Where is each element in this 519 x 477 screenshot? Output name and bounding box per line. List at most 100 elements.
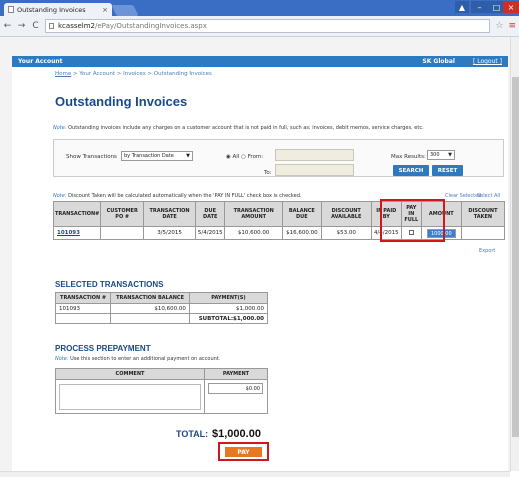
note-text: Outstanding invoices include any charges… bbox=[66, 125, 424, 131]
chevron-down-icon: ▼ bbox=[186, 153, 190, 159]
minimize-button[interactable]: – bbox=[471, 1, 488, 13]
table-header-row: COMMENT PAYMENT bbox=[55, 368, 268, 380]
show-transactions-label: Show Transactions bbox=[66, 154, 117, 160]
table-cell bbox=[460, 226, 506, 240]
to-label: To: bbox=[264, 170, 272, 176]
browser-tab[interactable]: Outstanding Invoices × bbox=[4, 3, 112, 16]
filter-panel: Show Transactions by Transaction Date ▼ ◉… bbox=[53, 139, 504, 177]
prepayment-note: Note: Use this section to enter an addit… bbox=[55, 356, 220, 362]
account-header: Your Account SK Global [ Logout ] bbox=[12, 56, 508, 67]
comment-textarea[interactable] bbox=[59, 383, 201, 410]
selected-transactions-title: SELECTED TRANSACTIONS bbox=[55, 280, 164, 289]
subtotal-row: SUBTOTAL:$1,000.00 bbox=[54, 313, 269, 324]
from-date-input[interactable] bbox=[275, 149, 354, 161]
column-header: BALANCE DUE bbox=[281, 201, 322, 227]
column-header: COMMENT bbox=[55, 368, 205, 380]
tab-close-icon[interactable]: × bbox=[102, 6, 108, 14]
horizontal-scrollbar[interactable] bbox=[0, 471, 510, 477]
table-row: $0.00 bbox=[55, 379, 268, 414]
note-text: Discount Taken will be calculated automa… bbox=[66, 193, 302, 199]
forward-icon[interactable]: → bbox=[17, 21, 26, 31]
date-range-radios[interactable]: ◉ All ○ From: bbox=[226, 154, 263, 160]
address-bar[interactable]: kcasselm2/ePay/OutstandingInvoices.aspx bbox=[45, 19, 491, 33]
user-icon[interactable]: ▲ bbox=[455, 1, 469, 13]
note-label: Note: bbox=[53, 193, 67, 199]
url-host: kcasselm2 bbox=[58, 22, 96, 30]
vertical-scrollbar[interactable] bbox=[510, 37, 519, 471]
table-cell: $53.00 bbox=[320, 226, 372, 240]
chevron-down-icon: ▼ bbox=[448, 152, 452, 158]
select-value: by Transaction Date bbox=[124, 153, 174, 159]
reload-icon[interactable]: C bbox=[31, 21, 40, 31]
page-icon bbox=[49, 23, 54, 29]
column-header: TRANSACTION AMOUNT bbox=[224, 201, 283, 227]
highlight-box bbox=[380, 199, 445, 242]
menu-icon[interactable]: ≡ bbox=[508, 21, 516, 31]
note-label: Note: bbox=[55, 356, 69, 362]
total-value: $1,000.00 bbox=[212, 428, 261, 440]
table-cell bbox=[110, 313, 190, 324]
column-header: TRANSACTION # bbox=[54, 292, 112, 304]
column-header: PAYMENT bbox=[204, 368, 268, 380]
logout-link[interactable]: [ Logout ] bbox=[473, 58, 502, 65]
company-name: SK Global bbox=[422, 58, 455, 65]
column-header: DUE DATE bbox=[195, 201, 226, 227]
table-cell bbox=[100, 226, 145, 240]
subtotal-label: SUBTOTAL: bbox=[198, 315, 234, 322]
table-cell: 3/5/2015 bbox=[143, 226, 197, 240]
table-header-row: TRANSACTION # TRANSACTION BALANCE PAYMEN… bbox=[54, 292, 269, 304]
table-cell: 101093 bbox=[54, 303, 112, 314]
table-cell: $10,600.00 bbox=[110, 303, 190, 314]
page-title: Outstanding Invoices bbox=[55, 94, 188, 109]
total-label: TOTAL: bbox=[176, 429, 209, 439]
pay-button[interactable]: PAY bbox=[225, 447, 262, 457]
scrollbar-thumb[interactable] bbox=[512, 77, 519, 437]
export-link[interactable]: Export bbox=[479, 248, 495, 254]
table-cell: $10,600.00 bbox=[224, 226, 283, 240]
clear-selected-link[interactable]: Clear Selected bbox=[445, 193, 481, 199]
to-date-input[interactable] bbox=[275, 164, 354, 176]
breadcrumb: Home > Your Account > Invoices > Outstan… bbox=[55, 71, 212, 77]
column-header: DISCOUNT AVAILABLE bbox=[320, 201, 372, 227]
selected-transactions-table: TRANSACTION # TRANSACTION BALANCE PAYMEN… bbox=[54, 292, 269, 324]
note-label: Note: bbox=[53, 125, 67, 131]
breadcrumb-path: > Your Account > Invoices > Outstanding … bbox=[71, 71, 212, 77]
bookmark-star-icon[interactable]: ☆ bbox=[495, 21, 503, 31]
select-value: 300 bbox=[430, 152, 440, 158]
search-button[interactable]: SEARCH bbox=[393, 165, 429, 176]
max-results-select[interactable]: 300 ▼ bbox=[427, 150, 455, 160]
url-path: /ePay/OutstandingInvoices.aspx bbox=[95, 22, 207, 30]
reset-button[interactable]: RESET bbox=[432, 165, 463, 176]
browser-tab-bar: Outstanding Invoices × ▲ – □ × bbox=[0, 0, 519, 16]
table-cell: 5/4/2015 bbox=[195, 226, 226, 240]
new-tab-button[interactable] bbox=[111, 5, 139, 16]
column-header: PAYMENT(S) bbox=[188, 292, 269, 304]
table-cell bbox=[54, 313, 112, 324]
breadcrumb-home-link[interactable]: Home bbox=[55, 71, 71, 77]
prepayment-table: COMMENT PAYMENT $0.00 bbox=[55, 368, 268, 414]
back-icon[interactable]: ← bbox=[3, 21, 12, 31]
note-text: Use this section to enter an additional … bbox=[68, 356, 221, 362]
browser-toolbar: ← → C kcasselm2/ePay/OutstandingInvoices… bbox=[0, 16, 519, 37]
column-header: TRANSACTION BALANCE bbox=[110, 292, 190, 304]
payment-cell: $0.00 bbox=[204, 379, 268, 414]
column-header: CUSTOMER PO # bbox=[100, 201, 145, 227]
subtotal-value: $1,000.00 bbox=[233, 315, 264, 322]
close-window-button[interactable]: × bbox=[503, 1, 519, 13]
transaction-link[interactable]: 101093 bbox=[52, 226, 102, 240]
section-title: Your Account bbox=[18, 58, 63, 65]
comment-cell bbox=[55, 379, 205, 414]
select-all-link[interactable]: Select All bbox=[477, 193, 500, 199]
show-transactions-select[interactable]: by Transaction Date ▼ bbox=[121, 151, 193, 161]
table-row: 101093 $10,600.00 $1,000.00 bbox=[54, 303, 269, 314]
discount-note: Note: Discount Taken will be calculated … bbox=[53, 193, 302, 199]
column-header: DISCOUNT TAKEN bbox=[460, 201, 506, 227]
table-cell: $1,000.00 bbox=[188, 303, 269, 314]
subtotal-cell: SUBTOTAL:$1,000.00 bbox=[188, 313, 269, 324]
column-header: TRANSACTION# bbox=[52, 201, 102, 227]
invoices-note: Note: Outstanding invoices include any c… bbox=[53, 125, 424, 131]
tab-title: Outstanding Invoices bbox=[17, 5, 86, 14]
payment-input[interactable]: $0.00 bbox=[208, 383, 263, 394]
process-prepayment-title: PROCESS PREPAYMENT bbox=[55, 344, 151, 353]
table-cell: $16,600.00 bbox=[281, 226, 322, 240]
